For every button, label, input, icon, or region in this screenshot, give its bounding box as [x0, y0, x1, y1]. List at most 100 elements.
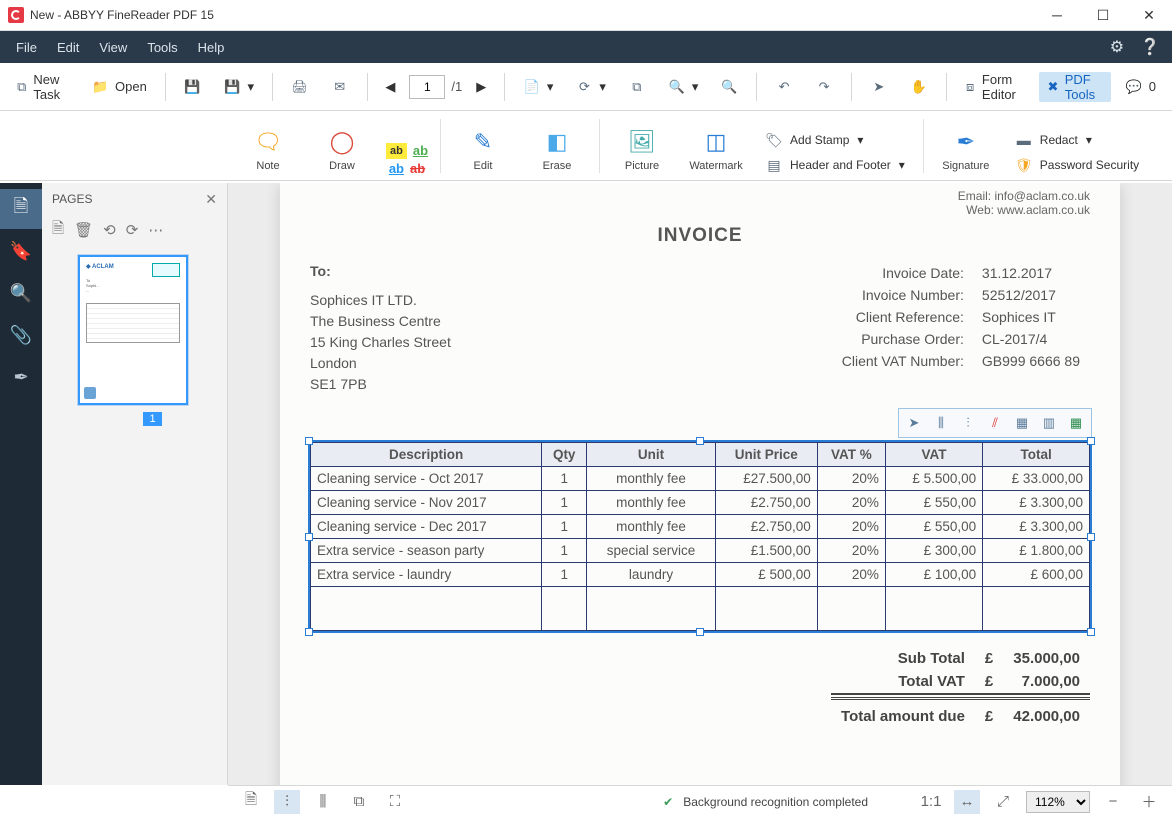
rail-search-icon[interactable]: 🔍 — [0, 273, 42, 313]
recognized-table-region[interactable]: ➤ ⫼ ⫶ ⫽ ▦ ▥ ▦ DescriptionQtyUnitUnit Pri… — [310, 442, 1090, 631]
app-logo-icon — [8, 7, 24, 23]
fit-page-icon[interactable]: ⤢ — [990, 790, 1016, 814]
table-delete-icon[interactable]: ⫽ — [982, 411, 1008, 435]
zoom-out-button[interactable]: − — [1100, 790, 1126, 814]
menu-tools[interactable]: Tools — [139, 36, 185, 59]
comments-button[interactable]: 💬0 — [1117, 72, 1164, 102]
next-page-button[interactable]: ▶ — [468, 72, 494, 102]
view-continuous-icon[interactable]: ⫶ — [274, 790, 300, 814]
note-icon: 🗨 — [254, 128, 282, 156]
rail-pages-icon[interactable]: 🗎 — [0, 189, 42, 229]
signature-tool[interactable]: ✒Signature — [936, 124, 996, 176]
view-facing-icon[interactable]: ⫼ — [310, 790, 336, 814]
settings-icon[interactable]: ⚙ — [1106, 33, 1128, 61]
table-split-h-icon[interactable]: ⫶ — [955, 411, 981, 435]
document-page: Email: info@aclam.co.uk Web: www.aclam.c… — [280, 183, 1120, 785]
zoom-in-button[interactable]: ＋ — [1136, 790, 1162, 814]
menu-view[interactable]: View — [91, 36, 135, 59]
hand-tool-button[interactable]: ✋ — [902, 72, 936, 102]
mail-icon: ✉ — [331, 78, 349, 96]
print-icon: 🖨 — [291, 78, 309, 96]
redact-button[interactable]: ▬Redact ▾ — [1010, 129, 1145, 151]
save-as-button[interactable]: 💾▾ — [216, 72, 263, 102]
erase-tool[interactable]: ◧Erase — [527, 124, 587, 176]
open-button[interactable]: 📁Open — [83, 72, 155, 102]
recognition-status: Background recognition completed — [683, 795, 868, 809]
rotate-right-icon[interactable]: ⟳ — [126, 221, 139, 239]
rail-signatures-icon[interactable]: ✒ — [0, 357, 42, 397]
strikeout-tool[interactable]: ab — [410, 161, 425, 176]
header-footer-button[interactable]: ▤Header and Footer ▾ — [760, 154, 911, 176]
add-stamp-button[interactable]: 🏷Add Stamp ▾ — [760, 129, 911, 151]
add-page-button[interactable]: 📄▾ — [515, 72, 562, 102]
zoom-select[interactable]: 112% — [1026, 791, 1090, 813]
edit-icon: ✎ — [474, 128, 492, 156]
to-label: To: — [310, 261, 451, 282]
redo-icon: ↷ — [815, 78, 833, 96]
recognize-icon: 🔍 — [668, 78, 686, 96]
picture-tool[interactable]: 🖼Picture — [612, 124, 672, 176]
rail-bookmarks-icon[interactable]: 🔖 — [0, 231, 42, 271]
new-task-button[interactable]: ⧉New Task — [8, 72, 77, 102]
table-header: Unit Price — [715, 443, 817, 467]
pdf-tools-icon: ✖ — [1047, 78, 1058, 96]
watermark-tool[interactable]: ◫Watermark — [686, 124, 746, 176]
save-button[interactable]: 💾 — [176, 72, 210, 102]
undo-icon: ↶ — [775, 78, 793, 96]
document-area[interactable]: Email: info@aclam.co.uk Web: www.aclam.c… — [228, 183, 1172, 785]
rotate-button[interactable]: ⟳▾ — [567, 72, 614, 102]
delete-page-icon[interactable]: 🗑 — [74, 221, 93, 239]
picture-icon: 🖼 — [628, 128, 656, 156]
menu-help[interactable]: Help — [190, 36, 233, 59]
prev-page-button[interactable]: ◀ — [377, 72, 403, 102]
crop-button[interactable]: ⧉ — [620, 72, 654, 102]
view-fullscreen-icon[interactable]: ⛶ — [382, 790, 408, 814]
form-editor-button[interactable]: ⧈Form Editor — [956, 72, 1033, 102]
pdf-tools-button[interactable]: ✖PDF Tools — [1039, 72, 1110, 102]
page-total-label: /1 — [451, 79, 462, 94]
header-footer-label: Header and Footer — [790, 158, 891, 172]
actual-size-button[interactable]: 1:1 — [918, 790, 944, 814]
find-button[interactable]: 🔍 — [712, 72, 746, 102]
meta-key: Invoice Number: — [834, 285, 972, 305]
email-button[interactable]: ✉ — [323, 72, 357, 102]
highlight-tool[interactable]: ab — [386, 143, 407, 159]
edit-tool[interactable]: ✎ Edit — [453, 124, 513, 176]
table-auto-icon[interactable]: ▦ — [1063, 411, 1089, 435]
note-tool[interactable]: 🗨Note — [238, 124, 298, 176]
meta-value: 52512/2017 — [974, 285, 1088, 305]
help-icon[interactable]: ❔ — [1136, 33, 1164, 61]
close-button[interactable]: ✕ — [1126, 0, 1172, 31]
underline-tool[interactable]: ab — [413, 143, 428, 159]
pages-panel-close-icon[interactable]: ✕ — [205, 191, 217, 208]
add-page-icon[interactable]: 🗎 — [52, 218, 64, 243]
table-split-v-icon[interactable]: ⫼ — [928, 411, 954, 435]
pointer-tool-button[interactable]: ➤ — [862, 72, 896, 102]
minimize-button[interactable]: ─ — [1034, 0, 1080, 31]
table-merge-icon[interactable]: ▦ — [1009, 411, 1035, 435]
fit-width-icon[interactable]: ↔ — [954, 790, 980, 814]
draw-tool[interactable]: ◯Draw — [312, 124, 372, 176]
table-merge2-icon[interactable]: ▥ — [1036, 411, 1062, 435]
table-pointer-icon[interactable]: ➤ — [901, 411, 927, 435]
recognize-button[interactable]: 🔍▾ — [660, 72, 707, 102]
more-icon[interactable]: ⋯ — [148, 221, 163, 239]
page-number-input[interactable] — [409, 75, 445, 99]
rail-attachments-icon[interactable]: 📎 — [0, 315, 42, 355]
menu-edit[interactable]: Edit — [49, 36, 87, 59]
edit-label: Edit — [474, 160, 493, 172]
view-single-icon[interactable]: 🗎 — [238, 790, 264, 814]
page-thumbnail-1[interactable]: ◆ ACLAM ToSophi...... — [78, 255, 188, 405]
meta-value: GB999 6666 89 — [974, 351, 1088, 371]
print-button[interactable]: 🖨 — [283, 72, 317, 102]
maximize-button[interactable]: ☐ — [1080, 0, 1126, 31]
text-tool[interactable]: ab — [389, 161, 404, 176]
add-stamp-label: Add Stamp — [790, 133, 849, 147]
undo-button[interactable]: ↶ — [767, 72, 801, 102]
erase-icon: ◧ — [547, 128, 568, 156]
view-book-icon[interactable]: ⧉ — [346, 790, 372, 814]
password-security-button[interactable]: 🛡Password Security — [1010, 154, 1145, 176]
redo-button[interactable]: ↷ — [807, 72, 841, 102]
rotate-left-icon[interactable]: ⟲ — [103, 221, 116, 239]
menu-file[interactable]: File — [8, 36, 45, 59]
